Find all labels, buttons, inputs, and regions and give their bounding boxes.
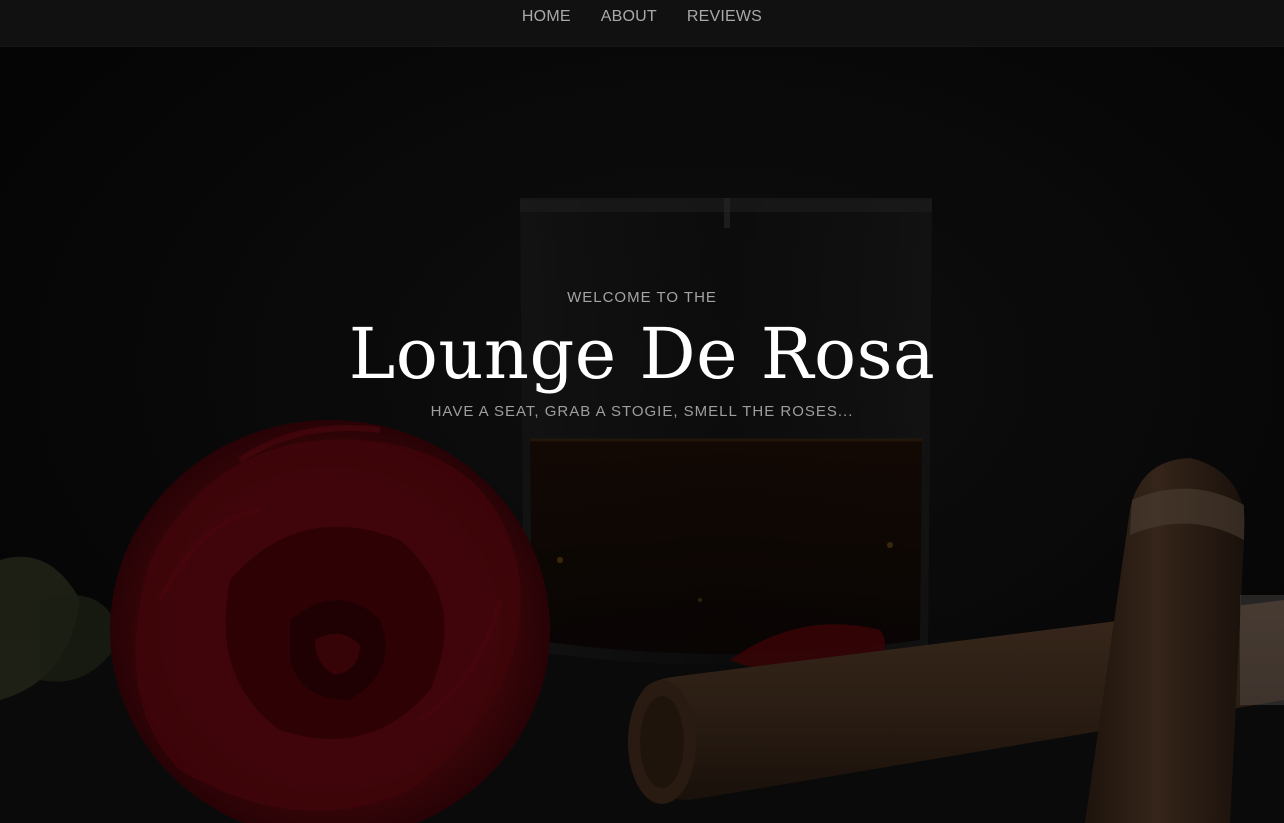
hero-tagline: HAVE A SEAT, GRAB A STOGIE, SMELL THE RO… (430, 403, 854, 420)
nav-link-home[interactable]: HOME (522, 8, 571, 25)
hero-welcome-text: WELCOME TO THE (567, 289, 717, 306)
nav-link-reviews[interactable]: REVIEWS (687, 8, 762, 25)
landing-page: HOME ABOUT REVIEWS WELCOME TO THE Lounge… (0, 0, 1284, 823)
nav-link-about[interactable]: ABOUT (601, 8, 657, 25)
nav-menu: HOME ABOUT REVIEWS (0, 0, 1284, 34)
nav-item-home: HOME (522, 8, 571, 26)
hero-title: Lounge De Rosa (348, 313, 936, 395)
top-navbar: HOME ABOUT REVIEWS (0, 0, 1284, 47)
hero-heading: WELCOME TO THE Lounge De Rosa HAVE A SEA… (0, 288, 1284, 422)
nav-item-about: ABOUT (601, 8, 657, 26)
nav-item-reviews: REVIEWS (687, 8, 762, 26)
